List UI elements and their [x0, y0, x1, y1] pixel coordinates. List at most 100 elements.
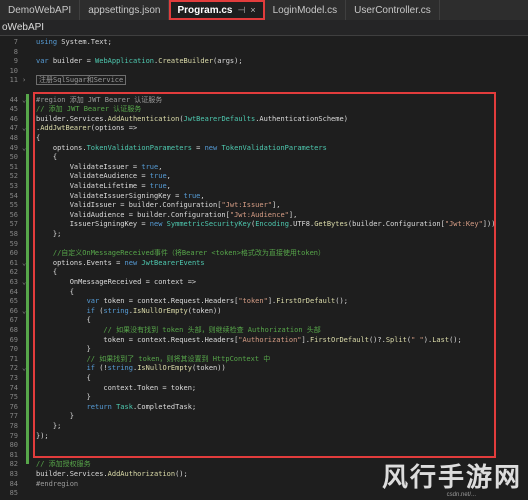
code-line[interactable]: // 添加 JWT Bearer 认证服务 [36, 105, 141, 115]
fold-toggle-icon[interactable]: ⌄ [22, 124, 26, 132]
code-line[interactable]: ValidateAudience = true, [36, 172, 171, 182]
code-line[interactable]: // 如果没有找到 token 头部，则继续检查 Authorization 头… [36, 326, 320, 336]
code-line[interactable]: context.Token = token; [36, 384, 196, 394]
code-line[interactable]: { [36, 316, 91, 326]
fold-toggle-icon[interactable]: ⌄ [22, 259, 26, 267]
line-number: 66 [9, 306, 18, 315]
line-number: 51 [9, 162, 18, 171]
fold-toggle-icon[interactable]: ⌄ [22, 278, 26, 286]
line-number: 75 [9, 393, 18, 402]
code-line[interactable]: { [36, 374, 91, 384]
line-number: 70 [9, 345, 18, 354]
code-line[interactable]: var token = context.Request.Headers["tok… [36, 297, 348, 307]
fold-toggle-icon[interactable]: ⌄ [22, 364, 26, 372]
line-number: 49 [9, 143, 18, 152]
collapsed-region[interactable]: 注册SqlSugar和Service [36, 75, 127, 86]
line-number: 79 [9, 431, 18, 440]
tab-program-cs[interactable]: Program.cs ⊣ × [169, 0, 265, 20]
line-number: 60 [9, 249, 18, 258]
line-number: 62 [9, 268, 18, 277]
line-number: 58 [9, 230, 18, 238]
code-line[interactable]: ValidateLifetime = true, [36, 182, 171, 192]
tab-label: UserController.cs [354, 4, 431, 16]
code-line[interactable]: IssuerSigningKey = new SymmetricSecurity… [36, 220, 496, 230]
line-number: 77 [9, 412, 18, 421]
code-line[interactable]: options.Events = new JwtBearerEvents [36, 259, 205, 269]
line-number: 63 [9, 278, 18, 286]
line-number: 83 [9, 470, 18, 478]
code-line[interactable]: ValidAudience = builder.Configuration["J… [36, 211, 298, 221]
code-line[interactable]: builder.Services.AddAuthentication(JwtBe… [36, 115, 348, 125]
line-number: 68 [9, 326, 18, 334]
line-number: 80 [9, 441, 18, 450]
project-dropdown[interactable]: oWebAPI [0, 20, 528, 36]
code-line[interactable]: ValidateIssuerSigningKey = true, [36, 192, 205, 202]
pin-icon[interactable]: ⊣ [238, 5, 246, 16]
line-number: 69 [9, 335, 18, 344]
code-line[interactable]: // 如果找到了 token，则将其设置到 HttpContext 中 [36, 355, 271, 365]
code-line[interactable]: 注册SqlSugar和Service [36, 75, 127, 86]
code-line[interactable]: var builder = WebApplication.CreateBuild… [36, 57, 243, 67]
line-number: 59 [9, 239, 18, 248]
code-line[interactable]: token = context.Request.Headers["Authori… [36, 336, 461, 346]
fold-toggle-icon[interactable]: ⌄ [22, 144, 26, 152]
code-line[interactable]: // 添加授权服务 [36, 460, 91, 470]
line-number: 71 [9, 354, 18, 363]
code-line[interactable]: //自定义OnMessageReceived事件（将Bearer <token>… [36, 249, 325, 259]
line-number: 57 [9, 220, 18, 229]
code-line[interactable]: }; [36, 230, 61, 240]
line-number: 48 [9, 134, 18, 142]
code-line[interactable]: { [36, 288, 74, 298]
tab-label: LoginModel.cs [272, 4, 338, 16]
code-line[interactable]: if (!string.IsNullOrEmpty(token)) [36, 364, 226, 374]
code-line[interactable]: } [36, 345, 91, 355]
code-line[interactable]: using System.Text; [36, 38, 112, 48]
code-line[interactable]: return Task.CompletedTask; [36, 403, 197, 413]
fold-toggle-icon[interactable]: ⌄ [22, 96, 26, 104]
code-editor[interactable]: 7 8 9 10 11 44 45 46 47 48 49 50 51 52 53 54 55 56 57 58 59 6… [0, 36, 528, 500]
line-number: 72 [9, 364, 18, 373]
fold-toggle-icon[interactable]: › [22, 76, 26, 84]
project-name: oWebAPI [2, 22, 45, 33]
line-number: 67 [9, 316, 18, 325]
line-number: 9 [13, 57, 18, 66]
code-line[interactable]: if (string.IsNullOrEmpty(token)) [36, 307, 222, 317]
code-line[interactable]: }; [36, 422, 61, 432]
line-number: 44 [9, 95, 18, 104]
change-tracking-bar [26, 94, 29, 464]
code-line[interactable]: { [36, 134, 40, 144]
code-line[interactable]: options.TokenValidationParameters = new … [36, 144, 327, 154]
code-line[interactable]: builder.Services.AddAuthorization(); [36, 470, 188, 480]
code-line[interactable]: OnMessageReceived = context => [36, 278, 196, 288]
tab-usercontroller-cs[interactable]: UserController.cs [346, 0, 440, 20]
code-line[interactable]: #endregion [36, 480, 78, 490]
line-number: 73 [9, 374, 18, 382]
line-number: 7 [13, 38, 18, 46]
tab-appsettings-json[interactable]: appsettings.json [80, 0, 170, 20]
code-line[interactable]: #region 添加 JWT Bearer 认证服务 [36, 96, 162, 106]
watermark-logo: 风行手游网 [381, 463, 522, 493]
line-number: 11 [9, 76, 18, 85]
line-number: 46 [9, 114, 18, 123]
line-number: 10 [9, 66, 18, 75]
line-number: 61 [9, 258, 18, 267]
code-line[interactable]: { [36, 153, 57, 163]
close-icon[interactable]: × [250, 5, 255, 15]
code-line[interactable]: ValidateIssuer = true, [36, 163, 163, 173]
code-line[interactable]: }); [36, 432, 49, 442]
line-number: 50 [9, 153, 18, 162]
fold-toggle-icon[interactable]: ⌄ [22, 307, 26, 315]
code-line[interactable]: } [36, 393, 91, 403]
line-number: 81 [9, 450, 18, 459]
code-line[interactable]: } [36, 412, 74, 422]
line-number: 74 [9, 383, 18, 392]
code-line[interactable]: { [36, 268, 57, 278]
tab-loginmodel-cs[interactable]: LoginModel.cs [264, 0, 347, 20]
tab-label: Program.cs [177, 4, 233, 16]
code-line[interactable]: ValidIssuer = builder.Configuration["Jwt… [36, 201, 281, 211]
line-number: 76 [9, 402, 18, 411]
code-line[interactable]: .AddJwtBearer(options => [36, 124, 137, 134]
tab-demowebapi[interactable]: DemoWebAPI [0, 0, 81, 20]
line-number: 85 [9, 489, 18, 498]
line-number-gutter: 7 8 9 10 11 44 45 46 47 48 49 50 51 52 53 54 55 56 57 58 59 6… [0, 36, 24, 500]
